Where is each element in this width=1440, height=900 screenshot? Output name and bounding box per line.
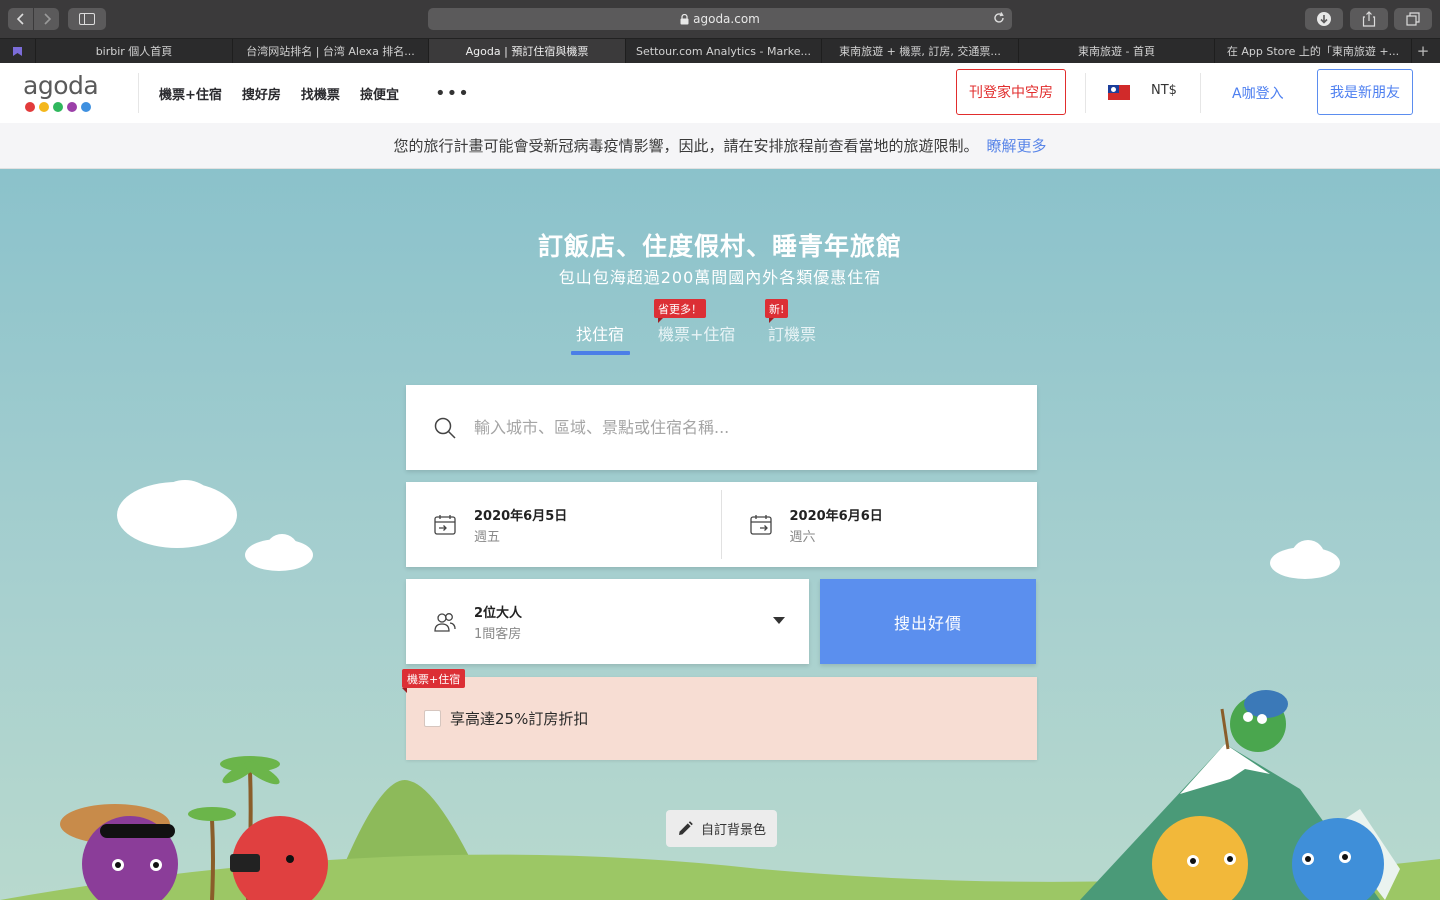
logo-dot (53, 102, 63, 112)
history-nav (8, 8, 59, 30)
green-character-icon (1220, 690, 1288, 752)
checkout-weekday: 週六 (789, 529, 816, 545)
list-property-button[interactable]: 刊登家中空房 (956, 69, 1066, 115)
more-menu-icon[interactable]: ••• (435, 83, 470, 104)
nav-flights[interactable]: 找機票 (301, 84, 340, 103)
destination-input[interactable] (474, 418, 994, 437)
red-character-icon (230, 816, 328, 900)
logo-dots (25, 102, 103, 112)
agoda-logo[interactable]: agoda (23, 73, 103, 115)
date-picker: 2020年6月5日 週五 2020年6月6日 週六 (406, 482, 1037, 567)
nav-hotels[interactable]: 搜好房 (242, 84, 281, 103)
tab-hotels[interactable]: 找住宿 (576, 321, 624, 345)
download-icon (1317, 12, 1331, 26)
browser-tab-bar: birbir 個人首頁 台湾网站排名 | 台湾 Alexa 排名... Agod… (0, 38, 1440, 63)
login-link[interactable]: A咖登入 (1232, 83, 1284, 103)
calendar-checkout-icon (749, 514, 772, 535)
divider (138, 73, 139, 113)
browser-tab[interactable]: Settour.com Analytics - Marke... (626, 39, 822, 63)
new-badge: 新! (765, 299, 789, 323)
signup-button[interactable]: 我是新朋友 (1317, 69, 1413, 115)
nav-flight-hotel[interactable]: 機票+住宿 (159, 84, 222, 103)
logo-dot (25, 102, 35, 112)
browser-toolbar: agoda.com (0, 0, 1440, 38)
browser-tab[interactable]: birbir 個人首頁 (36, 39, 233, 63)
checkin-date: 2020年6月5日 (474, 508, 568, 524)
browser-tab-active[interactable]: Agoda | 預訂住宿與機票 (429, 39, 626, 63)
customize-background-label: 自訂背景色 (700, 823, 766, 838)
covid-notice-banner: 您的旅行計畫可能會受新冠病毒疫情影響，因此，請在安排旅程前查看當地的旅遊限制。 … (0, 123, 1440, 169)
calendar-checkin-icon (434, 514, 456, 535)
reload-icon[interactable] (992, 11, 1006, 25)
pinned-tab[interactable] (0, 39, 36, 63)
package-promo: 機票+住宿 享高達25%訂房折扣 (402, 669, 1037, 760)
save-more-badge: 省更多！ (654, 299, 706, 323)
hero-title: 訂飯店、住度假村、睡青年旅館 (537, 232, 902, 261)
hero-section: 訂飯店、住度假村、睡青年旅館 包山包海超過200萬間國內外各類優惠住宿 找住宿 … (0, 169, 1440, 900)
chevron-right-icon (43, 13, 51, 25)
address-bar[interactable]: agoda.com (428, 8, 1012, 30)
learn-more-link[interactable]: 瞭解更多 (987, 135, 1047, 156)
checkin-weekday: 週五 (474, 529, 501, 545)
divider (1085, 73, 1086, 113)
sidebar-icon (79, 13, 95, 25)
logo-text: agoda (23, 71, 99, 100)
logo-dot (39, 102, 49, 112)
browser-tab[interactable]: 東南旅遊 - 首頁 (1019, 39, 1215, 63)
guests-icon (434, 612, 456, 632)
url-text: agoda.com (693, 12, 760, 26)
logo-dot (81, 102, 91, 112)
logo-dot (67, 102, 77, 112)
downloads-button[interactable] (1305, 8, 1343, 30)
search-icon (434, 417, 456, 439)
bookmark-favicon-icon (13, 46, 22, 56)
sidebar-toggle-button[interactable] (68, 8, 106, 30)
notice-text: 您的旅行計畫可能會受新冠病毒疫情影響，因此，請在安排旅程前查看當地的旅遊限制。 (393, 137, 979, 155)
new-tab-button[interactable]: + (1412, 39, 1434, 63)
currency-selector[interactable]: NT$ (1151, 83, 1177, 98)
share-button[interactable] (1350, 8, 1388, 30)
hero-subtitle: 包山包海超過200萬間國內外各類優惠住宿 (558, 268, 882, 287)
lock-icon (680, 13, 689, 24)
nav-deals[interactable]: 撿便宜 (360, 84, 399, 103)
site-header: agoda 機票+住宿 搜好房 找機票 撿便宜 ••• 刊登家中空房 NT$ A… (0, 63, 1440, 123)
main-nav: 機票+住宿 搜好房 找機票 撿便宜 ••• (159, 63, 470, 123)
browser-tab[interactable]: 在 App Store 上的「東南旅遊 +... (1215, 39, 1412, 63)
destination-search-box (406, 385, 1037, 470)
package-badge: 機票+住宿 (402, 669, 466, 693)
tabs-icon (1406, 12, 1420, 26)
purple-character-icon (60, 804, 178, 900)
share-icon (1362, 11, 1376, 27)
adults-count: 2位大人 (474, 605, 523, 621)
package-discount-label[interactable]: 享高達25%訂房折扣 (450, 708, 588, 729)
package-discount-checkbox[interactable] (424, 710, 441, 727)
pencil-icon (678, 820, 693, 835)
rooms-count: 1間客房 (474, 626, 522, 642)
checkout-date-field[interactable]: 2020年6月6日 週六 (722, 482, 1038, 567)
forward-button[interactable] (33, 8, 59, 30)
tab-flight-hotel[interactable]: 機票+住宿 (658, 321, 735, 345)
browser-tab[interactable]: 東南旅遊 + 機票, 訂房, 交通票... (822, 39, 1019, 63)
chevron-down-icon (773, 617, 785, 624)
chevron-left-icon (16, 13, 24, 25)
browser-tab[interactable]: 台湾网站排名 | 台湾 Alexa 排名... (233, 39, 429, 63)
divider (1200, 73, 1201, 113)
guest-selector[interactable]: 2位大人 1間客房 (406, 579, 809, 664)
active-tab-indicator (571, 351, 630, 355)
tab-overview-button[interactable] (1394, 8, 1432, 30)
checkout-date: 2020年6月6日 (789, 508, 883, 524)
search-button[interactable]: 搜出好價 (820, 579, 1036, 664)
taiwan-flag-icon[interactable] (1108, 85, 1130, 100)
checkin-date-field[interactable]: 2020年6月5日 週五 (406, 482, 722, 567)
tab-flights[interactable]: 訂機票 (768, 321, 816, 345)
back-button[interactable] (8, 8, 33, 30)
customize-background-button[interactable]: 自訂背景色 (666, 810, 777, 847)
